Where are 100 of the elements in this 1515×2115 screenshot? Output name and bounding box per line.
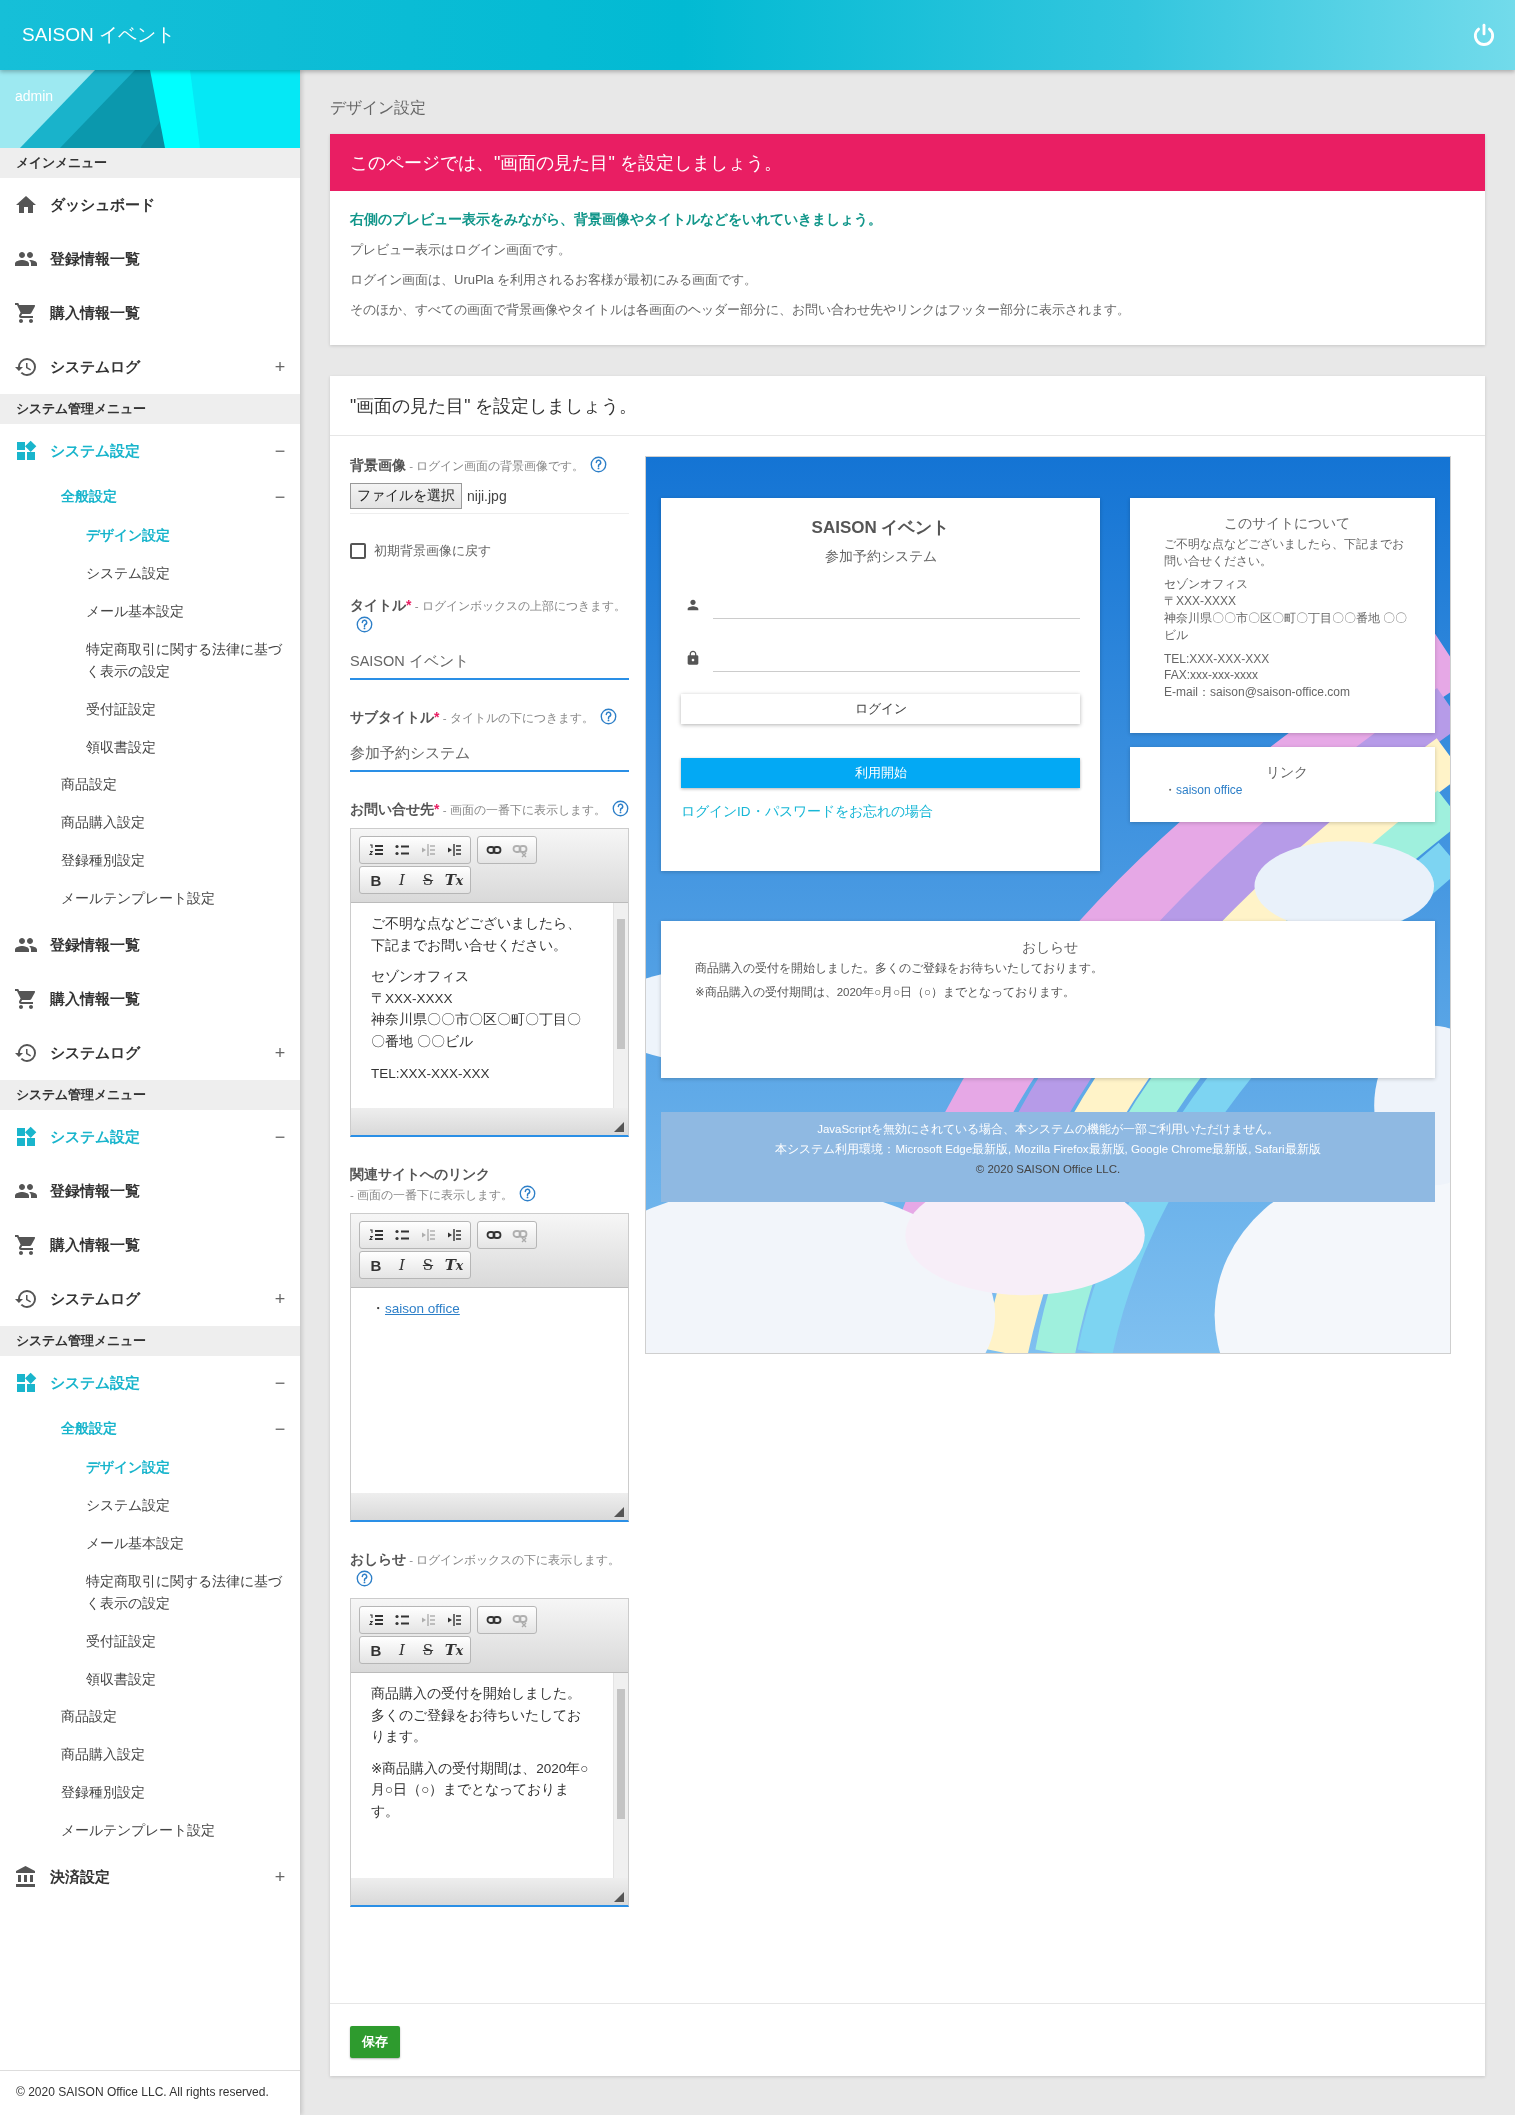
links-title: リンク [1264,764,1309,782]
nav-subitem[interactable]: 商品設定 [0,766,300,804]
italic-button[interactable]: I [389,1639,415,1661]
nav-subitem[interactable]: 登録種別設定 [0,1774,300,1812]
card-title: "画面の見た目" を設定しましょう。 [330,376,1485,436]
expand-toggle[interactable]: + [260,1042,300,1064]
required-mark: * [434,709,440,725]
nav-item[interactable]: システム設定 − [0,1356,300,1410]
nav-item[interactable]: システムログ + [0,340,300,394]
strike-button[interactable]: S [415,869,441,891]
text-field[interactable]: 参加予約システム [350,732,629,772]
resize-grip-icon[interactable] [614,1122,624,1132]
lead-text: 右側のプレビュー表示をみながら、背景画像やタイトルなどをいれていきましょう。 [350,211,883,229]
expand-toggle[interactable]: + [260,356,300,378]
nav-item[interactable]: ダッシュボード [0,178,300,232]
italic-button[interactable]: I [389,869,415,891]
nav-subitem[interactable]: 全般設定 − [0,478,300,516]
nav-subitem[interactable]: メールテンプレート設定 [0,1812,300,1850]
notice-text: ※商品購入の受付期間は、2020年○月○日（○）までとなっております。 [695,985,1077,1000]
help-icon[interactable] [599,708,617,725]
unlink-icon [512,1227,528,1243]
editor-paragraph: ※商品購入の受付期間は、2020年○月○日（○）までとなっております。 [371,1759,590,1821]
strike-button[interactable]: S [415,1639,441,1661]
nav-subitem[interactable]: 特定商取引に関する法律に基づく表示の設定 [0,630,300,690]
nav-item[interactable]: システム設定 − [0,1110,300,1164]
text-field[interactable]: SAISON イベント [350,640,629,680]
bold-button[interactable]: B [363,869,389,891]
expand-toggle[interactable]: + [260,1866,300,1888]
footer-text: © 2020 SAISON Office LLC. [974,1162,1122,1177]
scrollbar[interactable] [613,903,628,1108]
cart-icon [14,1233,38,1257]
expand-toggle[interactable]: + [260,1288,300,1310]
editor-paragraph: ご不明な点などございましたら、下記までお問い合せください。 [371,915,582,955]
nav-subitem[interactable]: 商品購入設定 [0,1736,300,1774]
nav-subitem[interactable]: 受付証設定 [0,1622,300,1660]
expand-toggle[interactable]: − [260,486,300,508]
bold-button[interactable]: B [363,1639,389,1661]
file-name: niji.jpg [467,488,507,504]
nav-subitem[interactable]: システム設定 [0,554,300,592]
nav-subitem[interactable]: 特定商取引に関する法律に基づく表示の設定 [0,1562,300,1622]
lock-icon [685,650,701,666]
editor-content[interactable]: ・saison office [351,1288,628,1493]
notice-text: 商品購入の受付を開始しました。多くのご登録をお待ちいたしております。 [695,961,1104,976]
editor-content[interactable]: ご不明な点などございましたら、下記までお問い合せください。 セゾンオフィス 〒XXX-XXXX 神奈川県〇〇市〇区〇町〇丁目〇〇番地 〇〇ビル TEL:XXX-XXX-XXX [351,903,613,1108]
nav-subitem-label: 受付証設定 [86,700,157,719]
info-text: プレビュー表示はログイン画面です。 [350,241,572,259]
nav-subitem[interactable]: 全般設定 − [0,1410,300,1448]
help-icon[interactable] [590,456,608,473]
resize-grip-icon[interactable] [614,1507,624,1517]
editor-content[interactable]: 商品購入の受付を開始しました。多くのご登録をお待ちいたしております。 ※商品購入の受付期間は、2020年○月○日（○）までとなっております。 [351,1673,613,1878]
nav-item[interactable]: 登録情報一覧 [0,232,300,286]
scrollbar[interactable] [613,1673,628,1878]
nav-subitem[interactable]: 領収書設定 [0,728,300,766]
nav-item[interactable]: 登録情報一覧 [0,918,300,972]
field-label: タイトル [350,597,406,613]
nav-item[interactable]: システムログ + [0,1272,300,1326]
widgets-icon [14,1125,38,1149]
nav-item[interactable]: 購入情報一覧 [0,972,300,1026]
expand-toggle[interactable]: − [260,1418,300,1440]
link[interactable]: saison office [385,1301,460,1316]
nav-item[interactable]: 登録情報一覧 [0,1164,300,1218]
help-icon[interactable] [611,800,629,817]
nav-item[interactable]: システム設定 − [0,424,300,478]
nav-item[interactable]: システムログ + [0,1026,300,1080]
help-icon[interactable] [356,1570,373,1587]
nav-subitem[interactable]: システム設定 [0,1486,300,1524]
bullet: ・ [371,1301,385,1316]
nav-subitem-label: メールテンプレート設定 [61,1822,216,1840]
resize-grip-icon[interactable] [614,1892,624,1902]
nav-subitem[interactable]: 商品購入設定 [0,804,300,842]
nav-subitem[interactable]: 領収書設定 [0,1660,300,1698]
nav-item[interactable]: 購入情報一覧 [0,286,300,340]
login-button[interactable]: ログイン [681,694,1080,724]
link[interactable]: saison office [1176,783,1243,797]
help-icon[interactable] [519,1185,537,1202]
italic-button[interactable]: I [389,1254,415,1276]
history-icon [14,1041,38,1065]
expand-toggle[interactable]: − [260,440,300,462]
outdent-icon [420,842,436,858]
checkbox[interactable] [350,543,366,559]
required-mark: * [434,801,440,817]
nav-subitem[interactable]: メール基本設定 [0,592,300,630]
bold-button[interactable]: B [363,1254,389,1276]
nav-subitem-label: デザイン設定 [86,1458,171,1477]
expand-toggle[interactable]: − [260,1126,300,1148]
nav-subitem[interactable]: メール基本設定 [0,1524,300,1562]
strike-button[interactable]: S [415,1254,441,1276]
nav-item[interactable]: 決済設定 + [0,1850,300,1904]
person-icon [685,597,701,613]
nav-subitem[interactable]: 商品設定 [0,1698,300,1736]
nav-subitem-label: 領収書設定 [86,738,157,757]
nav-item[interactable]: 購入情報一覧 [0,1218,300,1272]
nav-subitem[interactable]: 受付証設定 [0,690,300,728]
editor-paragraph: TEL:XXX-XXX-XXX [371,1064,491,1083]
help-icon[interactable] [356,616,373,633]
file-button[interactable]: ファイルを選択 [350,483,462,509]
nav-subitem[interactable]: メールテンプレート設定 [0,880,300,918]
expand-toggle[interactable]: − [260,1372,300,1394]
save-button[interactable]: 保存 [350,2026,400,2058]
nav-subitem[interactable]: 登録種別設定 [0,842,300,880]
